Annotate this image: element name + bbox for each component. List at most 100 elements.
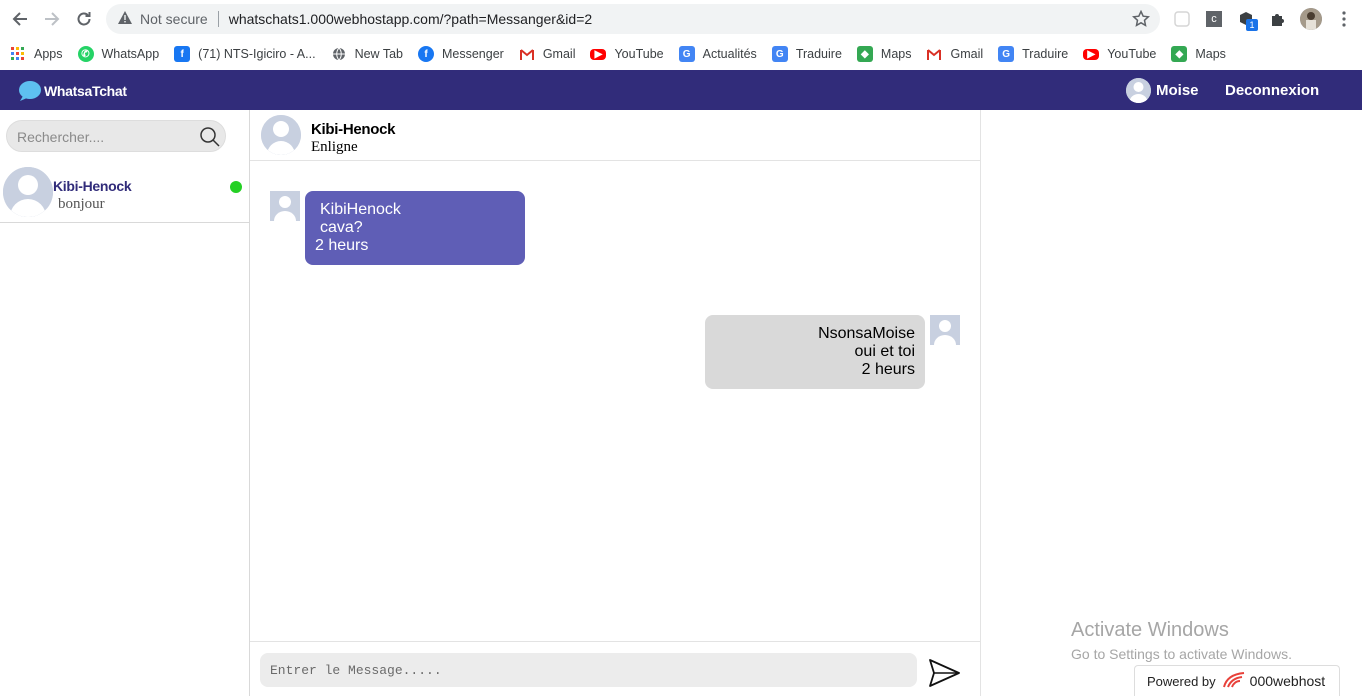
reload-icon[interactable] — [68, 3, 100, 35]
separator — [217, 11, 219, 27]
chat-bubble-icon — [19, 81, 41, 101]
incoming-message: KibiHenock cava? 2 heurs — [305, 191, 525, 265]
online-indicator — [230, 181, 242, 193]
bookmark-maps[interactable]: ◆ Maps — [856, 46, 912, 62]
apps-grid-icon — [10, 46, 26, 62]
facebook-icon: f — [417, 46, 434, 62]
translate-icon: G — [998, 46, 1015, 62]
app-logo-text: WhatsaTchat — [44, 83, 127, 99]
bookmark-actualites[interactable]: G Actualités — [678, 46, 757, 62]
bookmark-new-tab[interactable]: New Tab — [331, 46, 403, 62]
bookmark-maps[interactable]: ◆ Maps — [1171, 46, 1226, 62]
powered-by-brand: 000webhost — [1249, 673, 1326, 689]
activate-windows-watermark: Activate Windows Go to Settings to activ… — [1071, 619, 1292, 662]
contact-item[interactable]: Kibi-Henock bonjour — [0, 164, 249, 223]
chat-header: Kibi-Henock Enligne — [250, 110, 980, 161]
message-text: oui et toi — [854, 343, 915, 360]
000webhost-logo-icon — [1222, 671, 1246, 692]
globe-icon — [331, 46, 347, 62]
extension-badge: 1 — [1246, 19, 1258, 31]
url-text[interactable]: whatschats1.000webhostapp.com/?path=Mess… — [229, 11, 592, 27]
bookmark-star-icon[interactable] — [1131, 9, 1151, 31]
bookmark-traduire[interactable]: G Traduire — [771, 46, 842, 62]
app-logo[interactable]: WhatsaTchat — [18, 80, 127, 102]
bookmark-label: Messenger — [441, 47, 504, 61]
bookmark-youtube[interactable]: ▶ YouTube — [1083, 47, 1156, 61]
bookmark-gmail[interactable]: Gmail — [926, 46, 983, 62]
maps-icon: ◆ — [856, 46, 873, 62]
powered-by-label: Powered by — [1147, 673, 1216, 689]
extension-icon[interactable] — [1172, 9, 1192, 29]
contact-avatar — [3, 167, 53, 217]
address-bar[interactable]: Not secure whatschats1.000webhostapp.com… — [106, 4, 1160, 34]
back-icon[interactable] — [4, 3, 36, 35]
contact-name: Kibi-Henock — [53, 178, 132, 194]
activate-subtitle: Go to Settings to activate Windows. — [1071, 646, 1292, 662]
bookmark-label: Apps — [34, 47, 63, 61]
bookmark-label: Gmail — [542, 47, 576, 61]
message-composer — [250, 641, 980, 696]
bookmark-traduire[interactable]: G Traduire — [998, 46, 1068, 62]
menu-dots-icon[interactable] — [1334, 9, 1354, 29]
youtube-icon: ▶ — [590, 48, 607, 60]
chat-contact-avatar — [261, 115, 301, 155]
search-input[interactable] — [17, 127, 192, 147]
bookmark-label: Traduire — [1022, 47, 1069, 61]
puzzle-icon[interactable] — [1268, 9, 1288, 29]
app-header: WhatsaTchat Moise Deconnexion — [0, 70, 1362, 110]
chat-contact-name: Kibi-Henock — [311, 121, 396, 138]
bookmark-label: YouTube — [614, 47, 664, 61]
forward-icon[interactable] — [36, 3, 68, 35]
powered-by-badge[interactable]: Powered by 000webhost — [1134, 665, 1340, 696]
message-time: 2 heurs — [861, 361, 915, 378]
bookmark-label: Maps — [880, 47, 912, 61]
bookmark-whatsapp[interactable]: ✆ WhatsApp — [77, 46, 160, 62]
contacts-sidebar: Kibi-Henock bonjour — [0, 110, 250, 696]
bookmark-label: YouTube — [1107, 47, 1157, 61]
search-icon[interactable] — [199, 126, 221, 153]
bookmark-label: (71) NTS-Igiciro - A... — [198, 47, 316, 61]
user-avatar — [1126, 78, 1151, 103]
current-user[interactable]: Moise — [1126, 78, 1199, 103]
outgoing-message: NsonsaMoise oui et toi 2 heurs — [705, 315, 925, 389]
chat-contact-status: Enligne — [311, 139, 358, 155]
message-time: 2 heurs — [315, 237, 369, 254]
maps-icon: ◆ — [1171, 46, 1188, 62]
bookmark-label: Actualités — [702, 47, 757, 61]
bookmark-messenger[interactable]: f Messenger — [417, 46, 504, 62]
not-secure-label: Not secure — [140, 11, 208, 27]
extension-box-icon[interactable]: 1 — [1236, 9, 1258, 31]
search-box — [6, 120, 226, 152]
contact-last-message: bonjour — [58, 196, 105, 212]
bookmark-label: Gmail — [950, 47, 984, 61]
bookmark-apps[interactable]: Apps — [10, 46, 63, 62]
news-icon: G — [678, 46, 695, 62]
sender-avatar — [270, 191, 300, 221]
bookmark-facebook[interactable]: f (71) NTS-Igiciro - A... — [174, 46, 316, 62]
bookmark-gmail[interactable]: Gmail — [519, 46, 576, 62]
bookmark-label: New Tab — [354, 47, 403, 61]
facebook-icon: f — [174, 46, 191, 62]
profile-avatar[interactable] — [1300, 8, 1322, 30]
gmail-icon — [519, 46, 535, 62]
whatsapp-icon: ✆ — [77, 46, 94, 62]
send-icon[interactable] — [929, 658, 961, 688]
translate-icon: G — [771, 46, 788, 62]
message-text: cava? — [320, 219, 363, 236]
bookmark-youtube[interactable]: ▶ YouTube — [590, 47, 664, 61]
extension-c-letter: c — [1206, 11, 1222, 27]
activate-title: Activate Windows — [1071, 619, 1229, 641]
bookmark-label: WhatsApp — [101, 47, 160, 61]
sender-avatar — [930, 315, 960, 345]
extension-c-icon[interactable]: c — [1204, 9, 1224, 29]
gmail-icon — [926, 46, 942, 62]
message-sender: NsonsaMoise — [818, 325, 915, 342]
browser-toolbar: Not secure whatschats1.000webhostapp.com… — [0, 0, 1362, 38]
bookmarks-bar: Apps ✆ WhatsApp f (71) NTS-Igiciro - A..… — [0, 38, 1362, 70]
message-input[interactable] — [260, 653, 917, 687]
warning-icon — [118, 11, 132, 27]
bookmark-label: Traduire — [795, 47, 842, 61]
chat-panel: Kibi-Henock Enligne KibiHenock cava? 2 h… — [250, 110, 981, 696]
logout-link[interactable]: Deconnexion — [1225, 82, 1319, 99]
user-name: Moise — [1156, 82, 1199, 99]
